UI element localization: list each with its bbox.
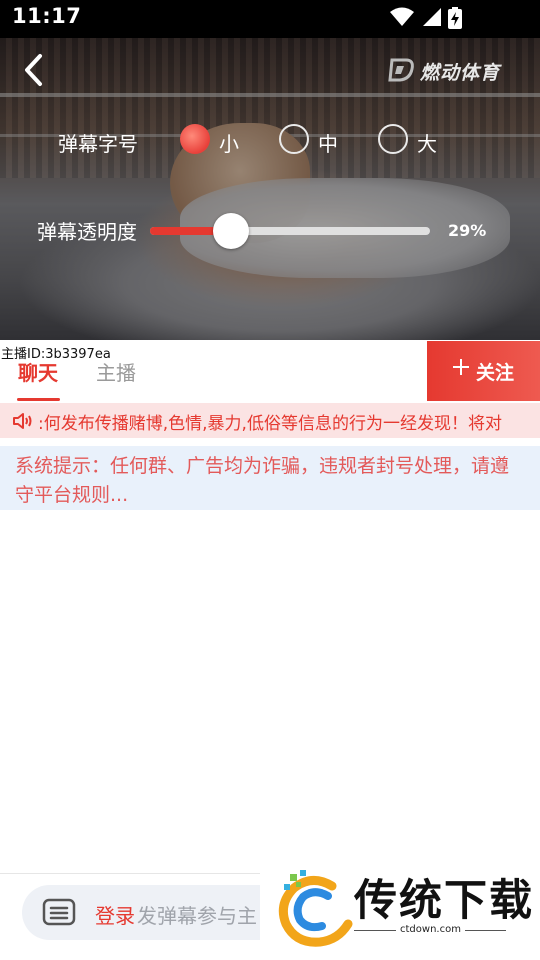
follow-button[interactable]: 关注 — [427, 341, 540, 401]
danmaku-font-size-label: 弹幕字号 — [58, 132, 138, 156]
danmaku-input-placeholder: 发弹幕参与主 — [137, 904, 257, 928]
site-watermark-logo: 传统下载 ctdown.com — [260, 858, 540, 960]
site-logo-text: 传统下载 — [354, 876, 534, 926]
chevron-left-icon — [25, 54, 42, 86]
font-size-large-label[interactable]: 大 — [417, 128, 437, 157]
opacity-slider-thumb[interactable] — [213, 213, 250, 249]
keyboard-icon — [42, 898, 76, 926]
follow-button-label: 关注 — [476, 362, 515, 384]
font-size-small-label[interactable]: 小 — [219, 128, 239, 157]
notice-bar: :何发布传播赌博,色情,暴力,低俗等信息的行为一经发现！将对 — [0, 403, 540, 438]
battery-charging-icon — [448, 7, 462, 33]
plus-icon — [453, 359, 469, 375]
signal-icon — [420, 7, 442, 31]
status-bar: 11:17 — [0, 0, 540, 38]
opacity-value: 29% — [448, 221, 487, 240]
system-tip: 系统提示：任何群、广告均为诈骗，违规者封号处理，请遵守平台规则... — [0, 446, 540, 510]
watermark-text: 燃动体育 — [420, 62, 501, 84]
notice-text: :何发布传播赌博,色情,暴力,低俗等信息的行为一经发现！将对 — [38, 414, 502, 434]
font-size-large-radio[interactable] — [378, 124, 408, 154]
tab-chat[interactable]: 聊天 — [18, 357, 58, 386]
wifi-icon — [390, 7, 414, 31]
active-tab-indicator — [17, 398, 60, 401]
font-size-small-radio[interactable] — [180, 124, 210, 154]
tab-anchor[interactable]: 主播 — [96, 357, 136, 386]
danmaku-font-size-row: 弹幕字号 小 中 大 — [0, 122, 540, 158]
site-logo-emblem-icon — [278, 870, 353, 947]
login-link[interactable]: 登录 — [95, 900, 135, 929]
font-size-medium-label[interactable]: 中 — [318, 128, 338, 157]
danmaku-opacity-label: 弹幕透明度 — [37, 220, 137, 244]
video-player[interactable]: 燃动体育 弹幕字号 小 中 大 弹幕透明度 29% — [0, 38, 540, 340]
channel-watermark: 燃动体育 — [388, 56, 536, 86]
speaker-icon — [13, 413, 32, 429]
back-button[interactable] — [20, 53, 50, 87]
system-tip-text: 系统提示：任何群、广告均为诈骗，违规者封号处理，请遵守平台规则... — [15, 455, 510, 506]
opacity-slider[interactable] — [150, 213, 430, 249]
danmaku-opacity-row: 弹幕透明度 29% — [0, 210, 540, 250]
watermark-logo-icon — [388, 58, 414, 82]
font-size-medium-radio[interactable] — [279, 124, 309, 154]
site-logo-domain: ctdown.com — [396, 924, 465, 935]
status-time: 11:17 — [12, 4, 82, 28]
